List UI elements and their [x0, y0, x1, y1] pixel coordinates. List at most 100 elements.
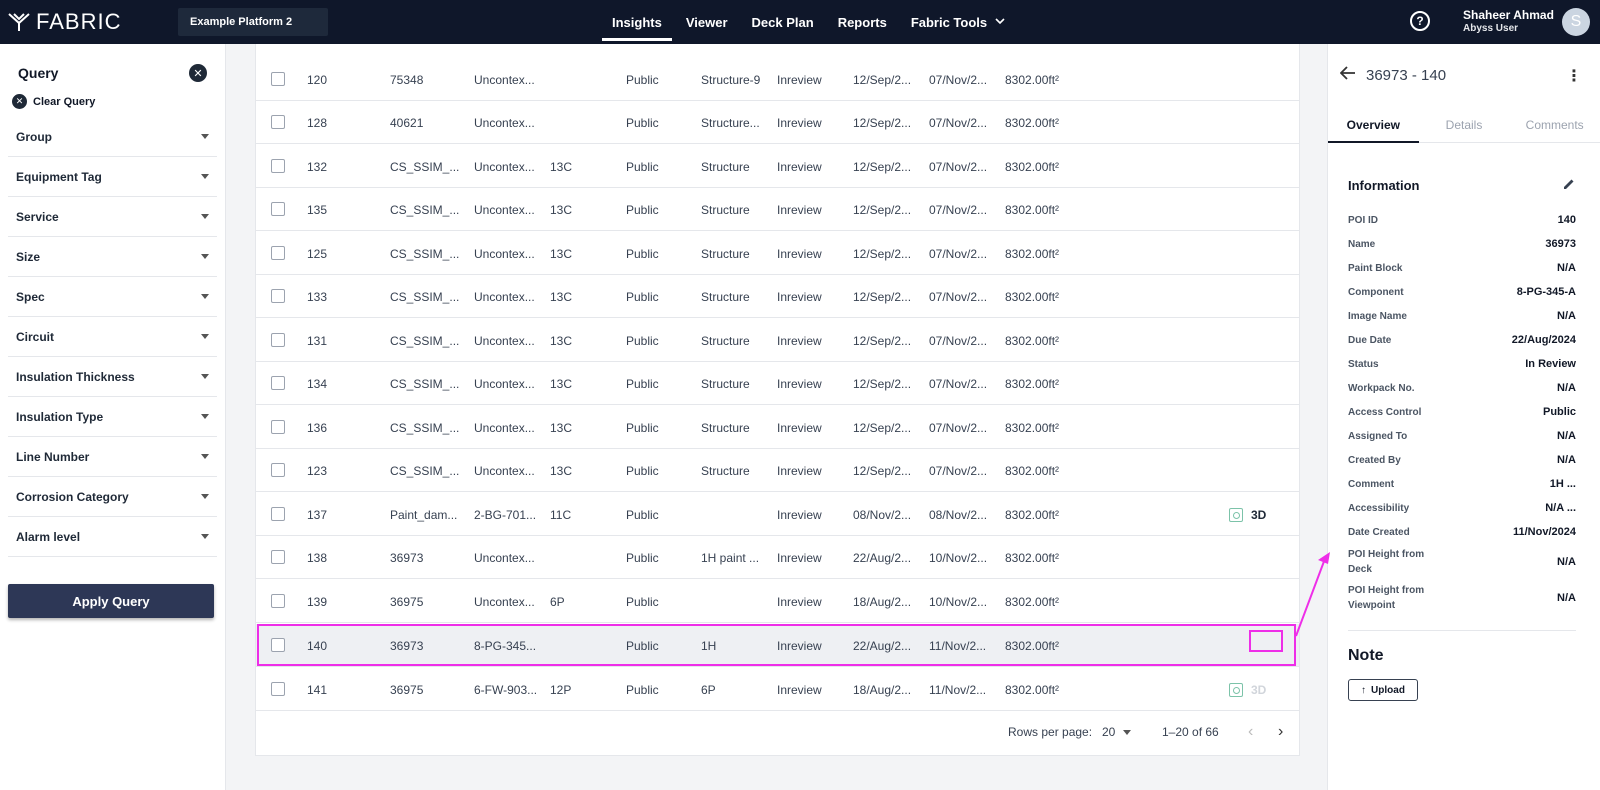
view-3d-button[interactable]: 3D [1229, 493, 1289, 536]
avatar[interactable]: S [1562, 8, 1590, 36]
info-field-value: N/A [1557, 382, 1576, 394]
table-cell: 12/Sep/2... [853, 72, 912, 87]
table-cell: Inreview [777, 159, 822, 174]
more-vert-icon[interactable]: ⋮ [1566, 66, 1582, 86]
info-field-value: In Review [1525, 358, 1576, 370]
table-row[interactable]: 134 CS_SSIM_... Uncontex... 13C Public Struct… [256, 362, 1299, 405]
table-row[interactable]: 131 CS_SSIM_... Uncontex... 13C Public Struct… [256, 319, 1299, 362]
filter-equipment-tag[interactable]: Equipment Tag [8, 157, 217, 197]
info-field-value: N/A [1557, 592, 1576, 604]
table-cell: 13C [550, 246, 573, 261]
filter-insulation-thickness[interactable]: Insulation Thickness [8, 357, 217, 397]
table-cell: 125 [307, 246, 328, 261]
row-checkbox[interactable] [271, 638, 285, 652]
chevron-right-icon[interactable]: › [1278, 723, 1283, 741]
filter-service[interactable]: Service [8, 197, 217, 237]
table-cell: 13C [550, 420, 573, 435]
table-row[interactable]: 135 CS_SSIM_... Uncontex... 13C Public Struct… [256, 188, 1299, 231]
information-fields: POI ID 140 Name 36973 Paint Block N/A Componen… [1328, 194, 1600, 616]
clear-query-label: Clear Query [33, 95, 96, 108]
table-cell: 8302.00ft² [1005, 72, 1060, 87]
query-panel: Query ✕ ✕ Clear Query Group Equipment Ta… [0, 44, 226, 790]
table-row[interactable]: 125 CS_SSIM_... Uncontex... 13C Public Struct… [256, 232, 1299, 275]
table-row[interactable]: 137 Paint_dam... 2-BG-701... 11C Public Inrev… [256, 493, 1299, 536]
back-arrow-icon[interactable] [1339, 66, 1356, 85]
filter-group[interactable]: Group [8, 117, 217, 157]
clear-query-button[interactable]: ✕ Clear Query [0, 82, 225, 109]
row-checkbox[interactable] [271, 333, 285, 347]
row-checkbox[interactable] [271, 682, 285, 696]
row-checkbox[interactable] [271, 550, 285, 564]
table-cell: Public [626, 376, 659, 391]
apply-query-button[interactable]: Apply Query [8, 584, 214, 618]
table-cell: 12/Sep/2... [853, 333, 912, 348]
table-cell: CS_SSIM_... [390, 463, 460, 478]
table-cell: Structure [701, 246, 750, 261]
row-checkbox[interactable] [271, 289, 285, 303]
table-row[interactable]: 133 CS_SSIM_... Uncontex... 13C Public Struct… [256, 275, 1299, 318]
user-info[interactable]: Shaheer Ahmad Abyss User [1463, 8, 1554, 34]
nav-fabric-tools[interactable]: Fabric Tools [899, 0, 1017, 44]
nav-reports[interactable]: Reports [826, 0, 899, 44]
tab-overview[interactable]: Overview [1328, 107, 1419, 143]
table-row[interactable]: 139 36975 Uncontex... 6P Public Inreview 18/Au… [256, 580, 1299, 623]
table-row[interactable]: 138 36973 Uncontex... Public 1H paint ... Inr… [256, 536, 1299, 579]
rows-per-page-select[interactable]: 20 [1102, 725, 1132, 739]
table-cell: Structure-9 [701, 72, 761, 87]
table-cell [550, 624, 610, 667]
table-cell: Uncontex... [474, 376, 535, 391]
row-checkbox[interactable] [271, 594, 285, 608]
table-row[interactable]: 136 CS_SSIM_... Uncontex... 13C Public Struct… [256, 406, 1299, 449]
filter-spec[interactable]: Spec [8, 277, 217, 317]
platform-selector[interactable]: Example Platform 2 [178, 8, 328, 36]
fabric-logo-icon [8, 13, 30, 31]
row-checkbox[interactable] [271, 376, 285, 390]
table-row[interactable]: 141 36975 6-FW-903... 12P Public 6P Inreview 18… [256, 668, 1299, 711]
table-cell: Inreview [777, 550, 822, 565]
table-cell: 140 [307, 638, 328, 653]
table-row[interactable]: 132 CS_SSIM_... Uncontex... 13C Public Struct… [256, 145, 1299, 188]
row-checkbox[interactable] [271, 159, 285, 173]
table-row[interactable]: 128 40621 Uncontex... Public Structure... Inr… [256, 101, 1299, 144]
table-cell: Structure [701, 289, 750, 304]
close-icon[interactable]: ✕ [189, 64, 207, 82]
row-checkbox[interactable] [271, 507, 285, 521]
row-checkbox[interactable] [271, 420, 285, 434]
table-cell: 18/Aug/2... [853, 594, 912, 609]
table-cell: 8302.00ft² [1005, 550, 1060, 565]
nav-deck-plan[interactable]: Deck Plan [740, 0, 826, 44]
information-header: Information [1328, 143, 1600, 194]
detail-panel: 36973 - 140 ⋮ Overview Details Comments … [1327, 44, 1600, 790]
view-3d-button[interactable]: 3D [1229, 668, 1289, 711]
filter-size[interactable]: Size [8, 237, 217, 277]
table-cell: 12/Sep/2... [853, 246, 912, 261]
table-cell: Public [626, 638, 659, 653]
pencil-icon[interactable] [1562, 177, 1576, 194]
table-row[interactable]: 120 75348 Uncontex... Public Structure-9 Inre… [256, 58, 1299, 101]
row-checkbox[interactable] [271, 72, 285, 86]
filter-label: Alarm level [16, 529, 81, 544]
filter-alarm-level[interactable]: Alarm level [8, 517, 217, 557]
upload-button[interactable]: ↑ Upload [1348, 679, 1418, 701]
filter-line-number[interactable]: Line Number [8, 437, 217, 477]
row-checkbox[interactable] [271, 463, 285, 477]
row-checkbox[interactable] [271, 246, 285, 260]
filter-insulation-type[interactable]: Insulation Type [8, 397, 217, 437]
filter-circuit[interactable]: Circuit [8, 317, 217, 357]
info-field-label: Workpack No. [1348, 382, 1415, 394]
table-cell: 13C [550, 202, 573, 217]
row-checkbox[interactable] [271, 202, 285, 216]
nav-insights[interactable]: Insights [600, 0, 674, 44]
tab-comments[interactable]: Comments [1509, 107, 1600, 142]
filter-corrosion-category[interactable]: Corrosion Category [8, 477, 217, 517]
fabric-logo[interactable]: FABRIC [8, 9, 168, 35]
table-cell: 123 [307, 463, 328, 478]
chevron-left-icon[interactable]: ‹ [1248, 723, 1253, 741]
help-icon[interactable]: ? [1410, 11, 1430, 31]
table-row[interactable]: 140 36973 8-PG-345... Public 1H Inreview 22/Au… [256, 624, 1299, 667]
nav-viewer[interactable]: Viewer [674, 0, 740, 44]
row-checkbox[interactable] [271, 115, 285, 129]
table-row[interactable]: 123 CS_SSIM_... Uncontex... 13C Public Struct… [256, 449, 1299, 492]
tab-details[interactable]: Details [1419, 107, 1510, 142]
table-cell: Inreview [777, 115, 822, 130]
